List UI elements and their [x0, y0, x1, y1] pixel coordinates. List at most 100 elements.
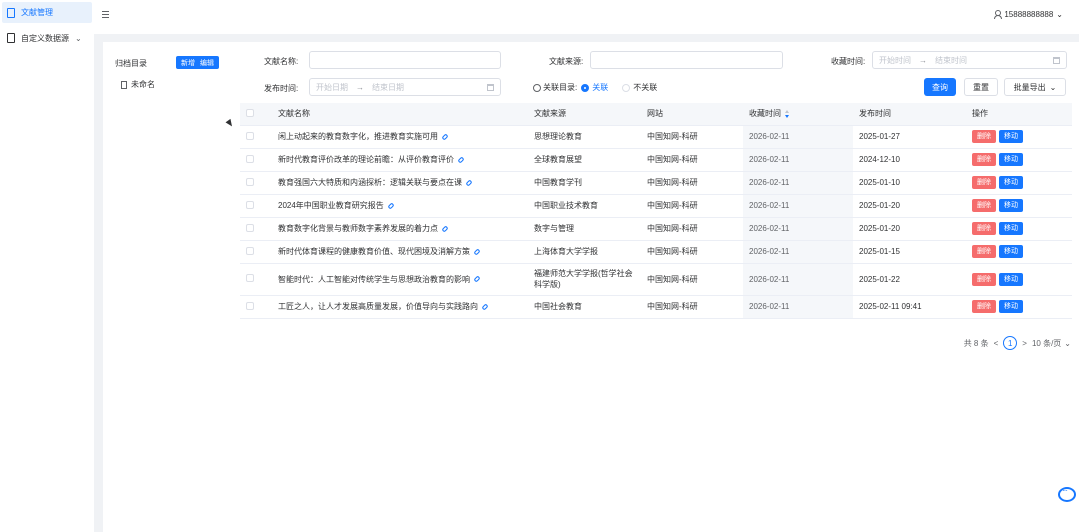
move-button[interactable]: 移动	[999, 176, 1023, 189]
literature-title-link[interactable]: 工匠之人，让人才发展高质量发展，价值导向与实践路向	[278, 302, 478, 311]
literature-title-link[interactable]: 教育强国六大特质和内涵探析：逻辑关联与要点在课	[278, 178, 462, 187]
published-time-cell: 2025-01-27	[853, 125, 966, 149]
literature-title-link[interactable]: 2024年中国职业教育研究报告	[278, 201, 384, 210]
chat-icon[interactable]	[1058, 486, 1076, 502]
category-add-button[interactable]: 新增	[181, 58, 195, 68]
column-header: 发布时间	[853, 103, 966, 126]
site-cell: 中国知网-科研	[641, 295, 743, 319]
delete-button[interactable]: 删除	[972, 245, 996, 258]
delete-button[interactable]: 删除	[972, 222, 996, 235]
link-icon[interactable]	[473, 275, 481, 283]
range-separator: →	[356, 82, 364, 92]
category-edit-button[interactable]: 编辑	[200, 58, 214, 68]
move-button[interactable]: 移动	[999, 199, 1023, 212]
literature-title-link[interactable]: 教育数字化背景与教师数字素养发展的着力点	[278, 224, 438, 233]
title-cell: 2024年中国职业教育研究报告	[272, 194, 528, 218]
row-checkbox[interactable]	[246, 200, 254, 209]
table-row[interactable]: 新时代体育课程的健康教育价值、现代困境及消解方策 上海体育大学学报 中国知网-科研 2…	[240, 240, 1072, 264]
delete-button[interactable]: 删除	[972, 153, 996, 166]
table-row[interactable]: 工匠之人，让人才发展高质量发展，价值导向与实践路向 中国社会教育 中国知网-科研 20…	[240, 295, 1072, 319]
move-button[interactable]: 移动	[999, 245, 1023, 258]
radio-associated[interactable]	[581, 83, 590, 92]
source-cell: 数字与管理	[528, 217, 641, 241]
literature-title-link[interactable]: 新时代体育课程的健康教育价值、现代困境及消解方策	[278, 247, 470, 256]
link-icon[interactable]	[441, 133, 449, 141]
table-row[interactable]: 智能时代：人工智能对传统学生与思想政治教育的影响 福建师范大学学报(哲学社会科学版…	[240, 263, 1072, 296]
link-icon[interactable]	[465, 179, 473, 187]
move-button[interactable]: 移动	[999, 272, 1023, 286]
sidebar: 文献管理 自定义数据源 ⌄	[0, 0, 94, 532]
site-cell: 中国知网-科研	[641, 240, 743, 264]
radio-associated-label[interactable]: 关联	[592, 82, 608, 93]
batch-export-button[interactable]: 批量导出 ⌄	[1004, 78, 1066, 96]
next-page-button[interactable]: >	[1022, 339, 1027, 348]
page-size-select[interactable]: 10 条/页 ⌄	[1032, 336, 1071, 350]
radio-unassociated-label[interactable]: 不关联	[633, 82, 657, 93]
table-header-row: 文献名称 文献来源 网站 收藏时间 发布时间 操作	[240, 103, 1072, 126]
move-button[interactable]: 移动	[999, 222, 1023, 235]
category-node[interactable]: 未命名	[121, 79, 155, 90]
literature-title-link[interactable]: 智能时代：人工智能对传统学生与思想政治教育的影响	[278, 275, 470, 284]
move-button[interactable]: 移动	[999, 130, 1023, 143]
delete-button[interactable]: 删除	[972, 176, 996, 189]
page-number-current[interactable]: 1	[1003, 336, 1018, 350]
title-cell: 新时代教育评价改革的理论前瞻：从评价教育评价	[272, 148, 528, 172]
collect-time-range[interactable]: 开始时间 → 结束时间	[872, 51, 1067, 69]
move-button[interactable]: 移动	[999, 153, 1023, 166]
delete-button[interactable]: 删除	[972, 130, 996, 143]
collect-end-placeholder: 结束时间	[935, 55, 967, 65]
literature-title-link[interactable]: 新时代教育评价改革的理论前瞻：从评价教育评价	[278, 155, 454, 164]
table-row[interactable]: 教育强国六大特质和内涵探析：逻辑关联与要点在课 中国教育学刊 中国知网-科研 2026…	[240, 171, 1072, 195]
reset-button[interactable]: 重置	[964, 78, 998, 96]
literature-title-link[interactable]: 闲上动起来的教育数字化，推进教育实施可用	[278, 132, 438, 141]
collected-time-cell: 2026-02-11	[743, 148, 853, 172]
table-row[interactable]: 教育数字化背景与教师数字素养发展的着力点 数字与管理 中国知网-科研 2026-02-…	[240, 217, 1072, 241]
publish-time-label: 发布时间:	[264, 84, 299, 93]
source-cell: 思想理论教育	[528, 125, 641, 149]
column-header-sortable[interactable]: 收藏时间	[743, 103, 853, 126]
row-checkbox[interactable]	[246, 154, 254, 163]
title-cell: 新时代体育课程的健康教育价值、现代困境及消解方策	[272, 240, 528, 264]
sort-icon[interactable]	[785, 110, 790, 119]
sidebar-item-custom-source[interactable]: 自定义数据源 ⌄	[2, 28, 92, 48]
delete-button[interactable]: 删除	[972, 199, 996, 212]
hamburger-icon[interactable]	[102, 11, 109, 18]
source-cell: 上海体育大学学报	[528, 240, 641, 264]
select-all-checkbox[interactable]	[246, 108, 254, 117]
title-cell: 闲上动起来的教育数字化，推进教育实施可用	[272, 125, 528, 149]
row-select-cell	[240, 171, 272, 195]
link-icon[interactable]	[481, 303, 489, 311]
name-filter-input[interactable]	[309, 51, 501, 69]
row-checkbox[interactable]	[246, 177, 254, 186]
row-checkbox[interactable]	[246, 301, 254, 310]
publish-end-placeholder: 结束日期	[372, 82, 404, 92]
delete-button[interactable]: 删除	[972, 272, 996, 286]
prev-page-button[interactable]: <	[994, 339, 999, 348]
row-checkbox[interactable]	[246, 223, 254, 232]
radio-unassociated[interactable]	[622, 83, 631, 92]
row-checkbox[interactable]	[246, 274, 254, 282]
chevron-down-icon: ⌄	[1049, 82, 1057, 92]
user-menu[interactable]: 15888888888 ⌄	[994, 10, 1063, 19]
source-filter-input[interactable]	[590, 51, 783, 69]
link-icon[interactable]	[441, 225, 449, 233]
collected-time-cell: 2026-02-11	[743, 125, 853, 149]
search-button[interactable]: 查询	[924, 78, 956, 96]
actions-cell: 删除 移动	[966, 125, 1072, 149]
link-icon[interactable]	[457, 156, 465, 164]
publish-time-range[interactable]: 开始日期 → 结束日期	[309, 78, 501, 96]
associated-radio-group: 关联目录: 关联 不关联	[533, 82, 657, 93]
link-icon[interactable]	[387, 202, 395, 210]
sidebar-item-literature[interactable]: 文献管理	[2, 2, 92, 23]
table-row[interactable]: 2024年中国职业教育研究报告 中国职业技术教育 中国知网-科研 2026-02-11…	[240, 194, 1072, 218]
chevron-down-icon: ⌄	[1064, 338, 1071, 348]
table-row[interactable]: 新时代教育评价改革的理论前瞻：从评价教育评价 全球教育展望 中国知网-科研 2026-…	[240, 148, 1072, 172]
actions-cell: 删除 移动	[966, 171, 1072, 195]
table-row[interactable]: 闲上动起来的教育数字化，推进教育实施可用 思想理论教育 中国知网-科研 2026-02…	[240, 125, 1072, 149]
move-button[interactable]: 移动	[999, 300, 1023, 313]
row-checkbox[interactable]	[246, 246, 254, 255]
delete-button[interactable]: 删除	[972, 300, 996, 313]
published-time-cell: 2025-02-11 09:41	[853, 295, 966, 319]
link-icon[interactable]	[473, 248, 481, 256]
row-checkbox[interactable]	[246, 131, 254, 140]
